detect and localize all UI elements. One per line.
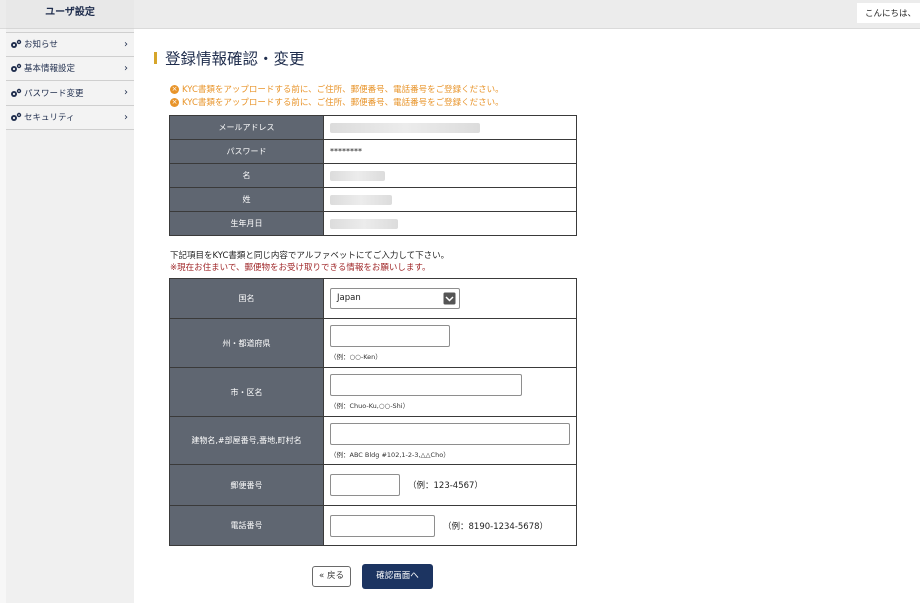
- state-input[interactable]: [330, 325, 450, 347]
- warning-text: KYC書類をアップロードする前に、ご住所、郵便番号、電話番号をご登録ください。: [182, 85, 504, 95]
- warning-message: × KYC書類をアップロードする前に、ご住所、郵便番号、電話番号をご登録ください…: [170, 83, 504, 95]
- chevron-right-icon: ›: [124, 111, 128, 123]
- sidebar-title: ユーザ設定: [6, 0, 134, 29]
- gears-icon: [11, 113, 22, 122]
- sidebar-item-security[interactable]: セキュリティ ›: [6, 105, 134, 130]
- title-accent-bar: [154, 52, 157, 64]
- building-label: 建物名,#部屋番号,番地,町村名: [169, 416, 324, 465]
- table-row: メールアドレス: [169, 115, 577, 140]
- chevron-right-icon: ›: [124, 62, 128, 74]
- top-bar: こんにちは、: [0, 0, 920, 29]
- address-form-table: 国名 Japan 州・都道府県 （例：○○-Ken） 市・区名 （例：Chuo-…: [169, 278, 577, 546]
- table-row: 郵便番号 （例：123-4567）: [169, 464, 577, 506]
- phone-label: 電話番号: [169, 505, 324, 546]
- instruction-text: 下記項目をKYC書類と同じ内容でアルファベットにてご入力して下さい。: [170, 251, 450, 261]
- last-name-value: [323, 187, 577, 212]
- instruction-note: ※現在お住まいで、郵便物をお受け取りできる情報をお願いします。: [170, 263, 431, 273]
- main-content: 登録情報確認・変更 × KYC書類をアップロードする前に、ご住所、郵便番号、電話…: [134, 29, 920, 603]
- redacted-value: [330, 218, 398, 229]
- gears-icon: [11, 64, 22, 73]
- chevron-right-icon: ›: [124, 87, 128, 98]
- redacted-value: [330, 194, 392, 205]
- city-input[interactable]: [330, 374, 522, 396]
- sidebar: ユーザ設定 お知らせ › 基本情報設定 › パスワード変更 › セキュリティ ›: [6, 0, 134, 603]
- sidebar-item-label: お知らせ: [24, 40, 58, 51]
- table-row: 建物名,#部屋番号,番地,町村名 （例：ABC Bldg #102,1-2-3,…: [169, 416, 577, 465]
- last-name-label: 姓: [169, 187, 324, 212]
- postal-code-example: （例：123-4567）: [408, 481, 483, 491]
- close-circle-icon: ×: [170, 84, 179, 94]
- table-row: 市・区名 （例：Chuo-Ku,○○-Shi）: [169, 367, 577, 417]
- confirm-button[interactable]: 確認画面へ: [362, 564, 433, 589]
- city-example: （例：Chuo-Ku,○○-Shi）: [330, 402, 410, 410]
- country-select[interactable]: Japan: [330, 288, 460, 309]
- birthdate-value: [323, 211, 577, 236]
- postal-code-cell: （例：123-4567）: [323, 464, 577, 506]
- postal-code-label: 郵便番号: [169, 464, 324, 506]
- redacted-value: [330, 170, 385, 181]
- sidebar-item-label: パスワード変更: [24, 88, 84, 99]
- first-name-label: 名: [169, 163, 324, 188]
- sidebar-item-label: 基本情報設定: [24, 64, 76, 75]
- phone-row: （例：8190-1234-5678）: [330, 514, 576, 537]
- city-label: 市・区名: [169, 367, 324, 417]
- warning-message: × KYC書類をアップロードする前に、ご住所、郵便番号、電話番号をご登録ください…: [170, 96, 504, 108]
- country-cell: Japan: [323, 278, 577, 319]
- building-input[interactable]: [330, 422, 570, 445]
- table-row: 名: [169, 163, 577, 188]
- greeting-text: こんにちは、: [856, 3, 920, 23]
- chevron-right-icon: ›: [124, 39, 128, 50]
- warning-text: KYC書類をアップロードする前に、ご住所、郵便番号、電話番号をご登録ください。: [182, 98, 504, 108]
- email-label: メールアドレス: [169, 115, 324, 140]
- password-value: ********: [323, 139, 577, 164]
- gears-icon: [11, 40, 22, 49]
- close-circle-icon: ×: [170, 97, 179, 107]
- sidebar-item-label: セキュリティ: [24, 113, 75, 124]
- select-dropdown-icon: [443, 292, 456, 305]
- postal-code-row: （例：123-4567）: [330, 474, 576, 496]
- phone-input[interactable]: [330, 514, 435, 537]
- country-selected-value: Japan: [337, 293, 361, 303]
- phone-cell: （例：8190-1234-5678）: [323, 505, 577, 546]
- postal-code-input[interactable]: [330, 474, 400, 496]
- country-label: 国名: [169, 278, 324, 319]
- table-row: 州・都道府県 （例：○○-Ken）: [169, 318, 577, 368]
- back-button[interactable]: « 戻る: [312, 566, 351, 587]
- state-cell: （例：○○-Ken）: [323, 318, 577, 368]
- sidebar-item-basic-info[interactable]: 基本情報設定 ›: [6, 56, 134, 81]
- gears-icon: [11, 88, 22, 97]
- state-label: 州・都道府県: [169, 318, 324, 368]
- account-info-table: メールアドレス パスワード ******** 名 姓 生年月日: [169, 115, 577, 236]
- redacted-value: [330, 122, 480, 133]
- phone-example: （例：8190-1234-5678）: [443, 521, 549, 532]
- table-row: パスワード ********: [169, 139, 577, 164]
- table-row: 姓: [169, 187, 577, 212]
- page-title-text: 登録情報確認・変更: [165, 50, 305, 68]
- sidebar-item-notices[interactable]: お知らせ ›: [6, 32, 134, 57]
- table-row: 生年月日: [169, 211, 577, 236]
- table-row: 国名 Japan: [169, 278, 577, 319]
- first-name-value: [323, 163, 577, 188]
- city-cell: （例：Chuo-Ku,○○-Shi）: [323, 367, 577, 417]
- email-value: [323, 115, 577, 140]
- page-title: 登録情報確認・変更: [154, 47, 305, 69]
- table-row: 電話番号 （例：8190-1234-5678）: [169, 505, 577, 546]
- building-cell: （例：ABC Bldg #102,1-2-3,△△Cho）: [323, 416, 577, 465]
- building-example: （例：ABC Bldg #102,1-2-3,△△Cho）: [330, 450, 450, 459]
- state-example: （例：○○-Ken）: [330, 353, 382, 361]
- password-label: パスワード: [169, 139, 324, 164]
- sidebar-item-password[interactable]: パスワード変更 ›: [6, 81, 134, 106]
- birthdate-label: 生年月日: [169, 211, 324, 236]
